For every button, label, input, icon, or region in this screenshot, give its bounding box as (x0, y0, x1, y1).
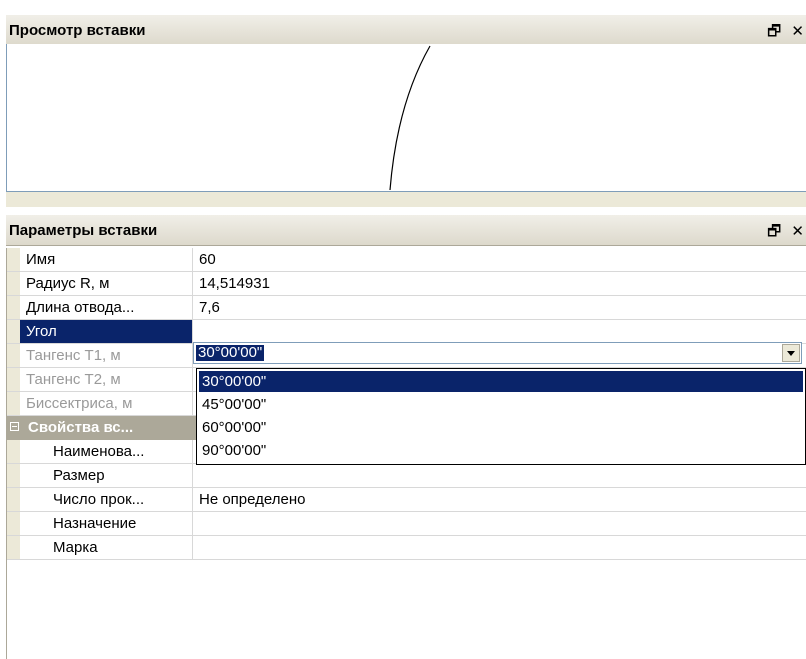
property-row-name[interactable]: Имя 60 (7, 248, 806, 272)
property-value[interactable]: Не определено (194, 488, 806, 511)
property-row-radius[interactable]: Радиус R, м 14,514931 (7, 272, 806, 296)
panel-splitter[interactable] (6, 192, 806, 207)
preview-panel-title: Просмотр вставки (9, 22, 146, 39)
property-row-angle[interactable]: Угол (7, 320, 806, 344)
property-label: Марка (20, 536, 193, 559)
arc-preview-drawing (389, 45, 431, 190)
property-label: Тангенс Т2, м (20, 368, 193, 391)
property-label: Биссектриса, м (20, 392, 193, 415)
property-label: Длина отвода... (20, 296, 193, 319)
property-label: Назначение (20, 512, 193, 535)
property-value[interactable] (194, 464, 806, 487)
property-value[interactable] (194, 536, 806, 559)
property-label: Размер (20, 464, 193, 487)
property-value[interactable]: 14,514931 (194, 272, 806, 295)
params-panel-header: Параметры вставки 🗗 ✕ (6, 214, 806, 246)
property-row-mark[interactable]: Марка (7, 536, 806, 560)
float-window-icon[interactable]: 🗗 (767, 221, 781, 246)
close-icon[interactable]: ✕ (791, 22, 804, 40)
preview-canvas (6, 44, 806, 192)
dropdown-option[interactable]: 90°00'00" (199, 440, 803, 461)
params-panel-title: Параметры вставки (9, 222, 158, 239)
property-row-count[interactable]: Число прок... Не определено (7, 488, 806, 512)
property-label: Имя (20, 248, 193, 271)
category-label: Свойства вс... (28, 419, 134, 436)
angle-combobox[interactable]: 30°00'00" (193, 342, 802, 364)
property-row-purpose[interactable]: Назначение (7, 512, 806, 536)
preview-panel-header: Просмотр вставки 🗗 ✕ (6, 14, 806, 46)
property-row-size[interactable]: Размер (7, 464, 806, 488)
close-icon[interactable]: ✕ (791, 222, 804, 240)
float-window-icon[interactable]: 🗗 (767, 21, 781, 46)
collapse-minus-icon[interactable] (10, 422, 19, 431)
dropdown-arrow-icon[interactable] (782, 344, 800, 362)
property-row-length[interactable]: Длина отвода... 7,6 (7, 296, 806, 320)
dropdown-option[interactable]: 45°00'00" (199, 394, 803, 415)
property-label: Радиус R, м (20, 272, 193, 295)
property-label: Число прок... (20, 488, 193, 511)
dropdown-option[interactable]: 60°00'00" (199, 417, 803, 438)
angle-dropdown-list: 30°00'00" 45°00'00" 60°00'00" 90°00'00" (196, 368, 806, 465)
property-value[interactable]: 7,6 (194, 296, 806, 319)
property-label: Угол (20, 320, 193, 343)
property-label: Наименова... (20, 440, 193, 463)
angle-combobox-value[interactable]: 30°00'00" (196, 345, 265, 361)
property-label: Тангенс Т1, м (20, 344, 193, 367)
dropdown-option[interactable]: 30°00'00" (199, 371, 803, 392)
property-value[interactable] (194, 512, 806, 535)
property-value[interactable]: 60 (194, 248, 806, 271)
arc-curve (389, 45, 431, 190)
